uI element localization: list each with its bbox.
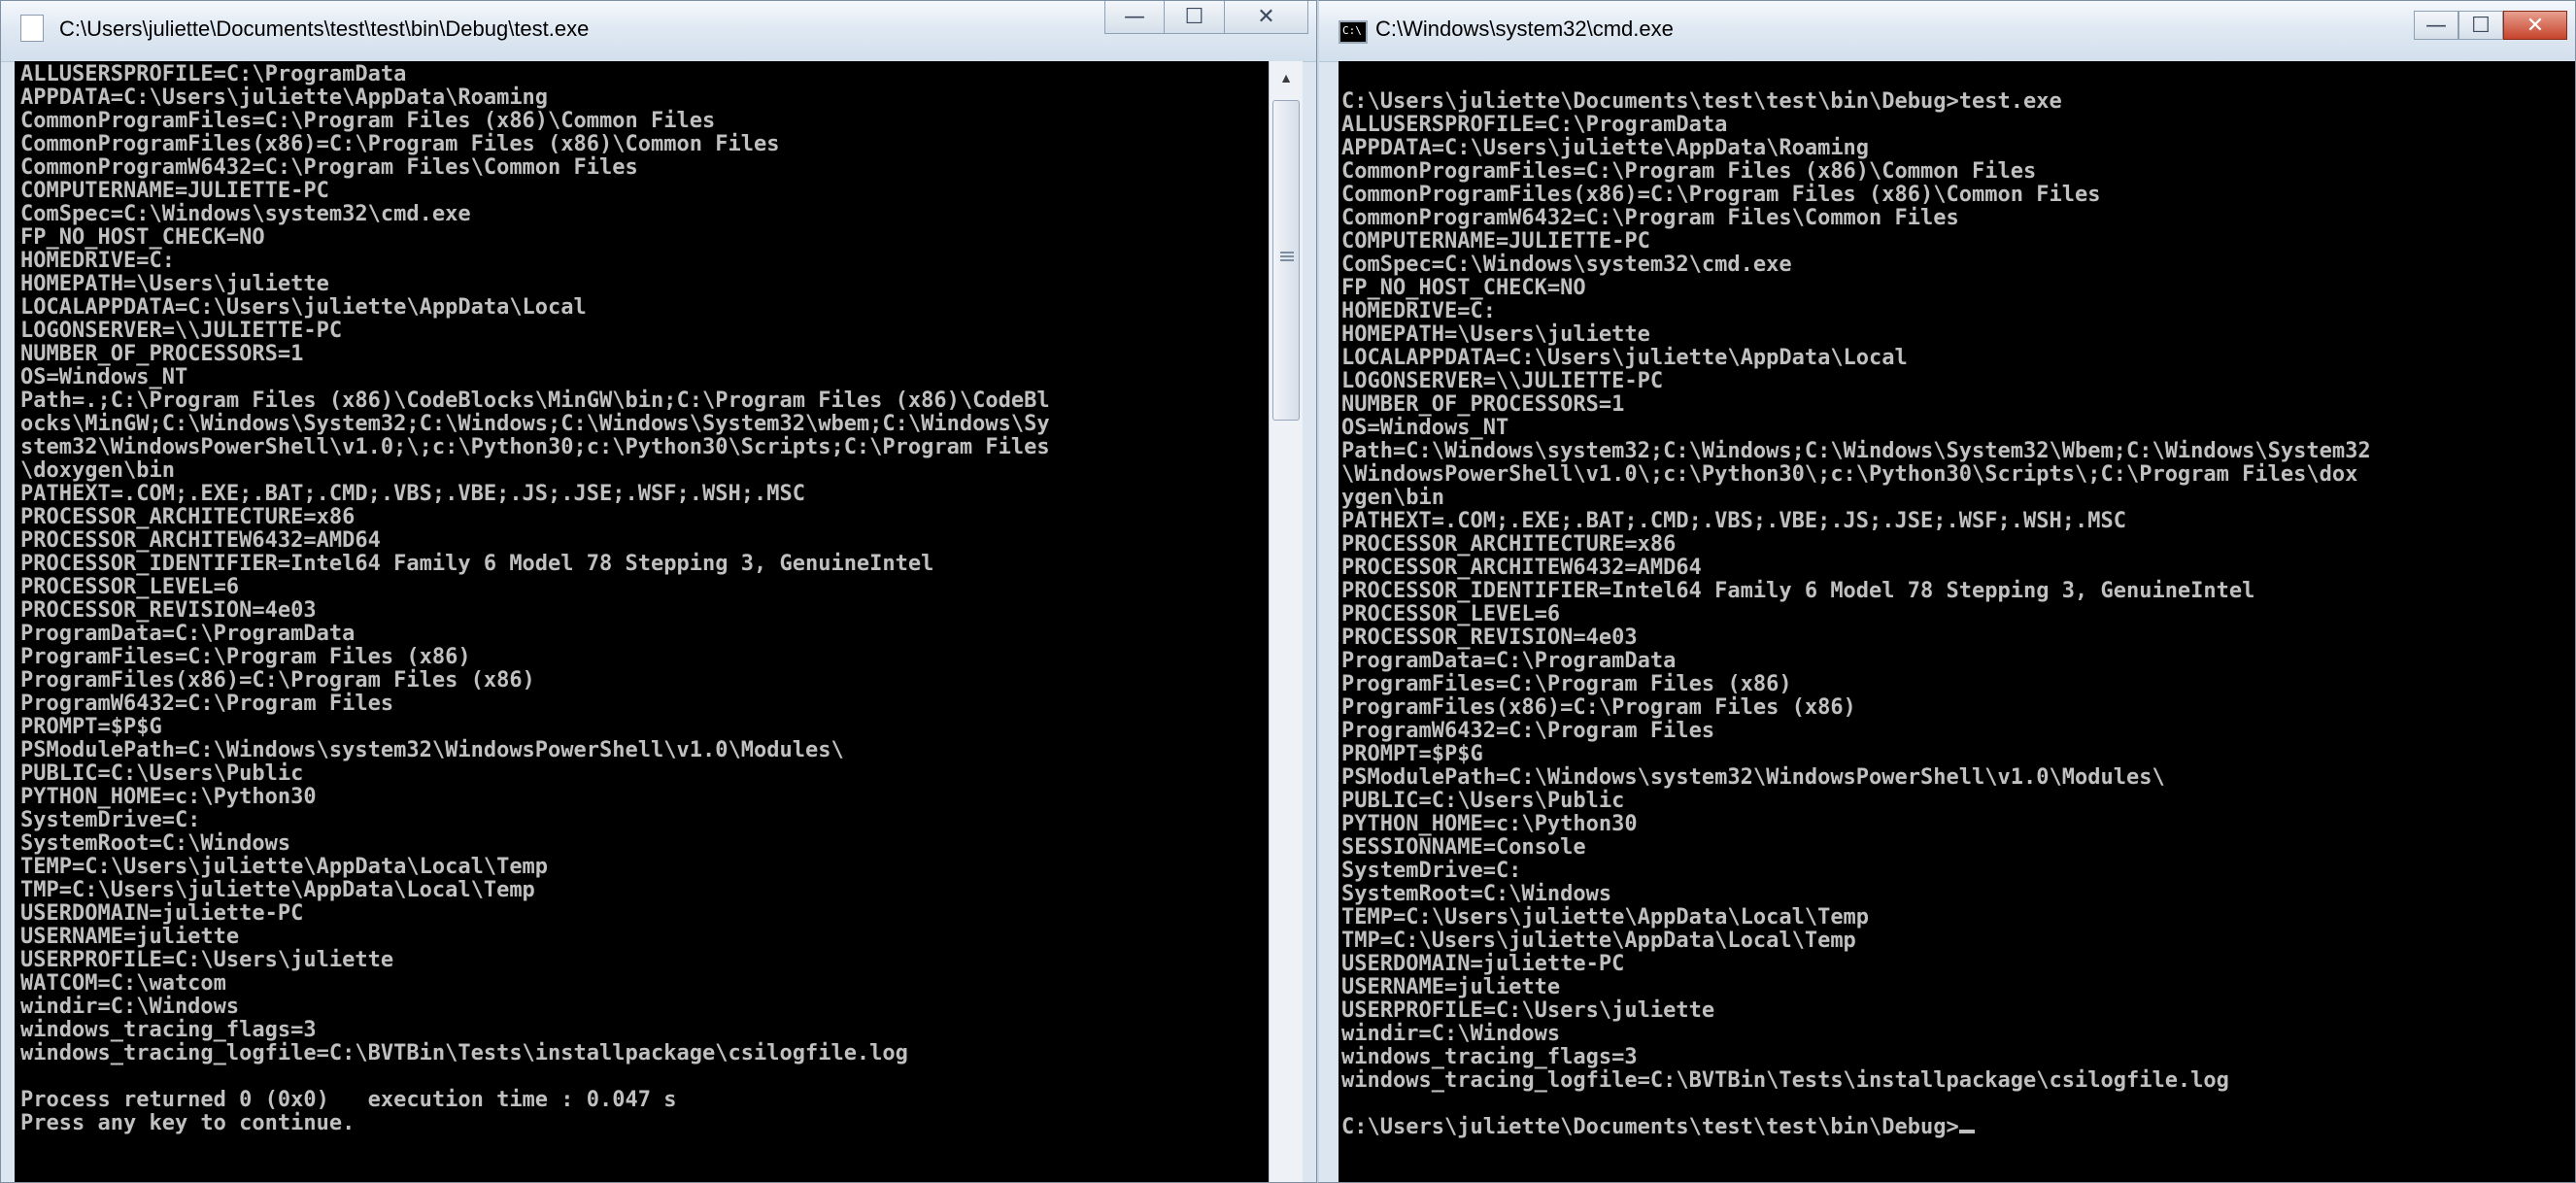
minimize-button[interactable]: — bbox=[1104, 1, 1165, 34]
window-title: C:\Windows\system32\cmd.exe bbox=[1375, 17, 1674, 41]
console-output[interactable]: ALLUSERSPROFILE=C:\ProgramData APPDATA=C… bbox=[15, 61, 1270, 1182]
scroll-thumb[interactable] bbox=[1272, 100, 1300, 421]
desktop: C:\Users\juliette\Documents\test\test\bi… bbox=[0, 0, 2576, 1183]
maximize-button[interactable]: ☐ bbox=[2458, 11, 2503, 40]
test-exe-window[interactable]: C:\Users\juliette\Documents\test\test\bi… bbox=[0, 0, 1317, 1183]
cmd-window[interactable]: C:\ C:\Windows\system32\cmd.exe — ☐ ✕ C:… bbox=[1317, 0, 2576, 1183]
window-controls: — ☐ ✕ bbox=[1104, 1, 1308, 36]
cmd-icon[interactable]: C:\ bbox=[1339, 20, 1368, 44]
console-lines: C:\Users\juliette\Documents\test\test\bi… bbox=[1341, 89, 2371, 1139]
console-text: C:\Users\juliette\Documents\test\test\bi… bbox=[1339, 61, 2575, 1139]
window-controls: — ☐ ✕ bbox=[2414, 11, 2567, 46]
close-button[interactable]: ✕ bbox=[1225, 1, 1308, 34]
scroll-up-arrow-icon[interactable]: ▲ bbox=[1270, 61, 1303, 94]
title-bar[interactable]: C:\ C:\Windows\system32\cmd.exe — ☐ ✕ bbox=[1319, 1, 2575, 62]
console-output[interactable]: C:\Users\juliette\Documents\test\test\bi… bbox=[1339, 61, 2575, 1182]
grip-icon bbox=[1280, 252, 1294, 261]
title-bar[interactable]: C:\Users\juliette\Documents\test\test\bi… bbox=[1, 1, 1316, 62]
app-icon[interactable] bbox=[20, 15, 44, 42]
minimize-button[interactable]: — bbox=[2414, 11, 2458, 40]
text-cursor bbox=[1958, 1130, 1975, 1133]
window-title: C:\Users\juliette\Documents\test\test\bi… bbox=[59, 17, 590, 41]
close-button[interactable]: ✕ bbox=[2503, 11, 2567, 40]
console-text: ALLUSERSPROFILE=C:\ProgramData APPDATA=C… bbox=[20, 62, 1050, 1135]
maximize-button[interactable]: ☐ bbox=[1165, 1, 1225, 34]
vertical-scrollbar[interactable]: ▲ bbox=[1269, 61, 1303, 1182]
